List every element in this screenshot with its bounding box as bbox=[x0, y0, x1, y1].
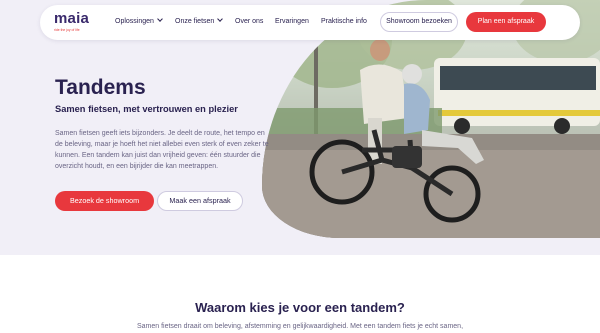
logo-wordmark: maia bbox=[54, 10, 89, 27]
page-title: Tandems bbox=[55, 76, 146, 99]
top-navigation: maia ride the joy of life Oplossingen On… bbox=[40, 5, 580, 40]
bezoek-showroom-button[interactable]: Bezoek de showroom bbox=[55, 191, 154, 211]
logo-tagline: ride the joy of life bbox=[54, 28, 80, 32]
section-title: Waarom kies je voor een tandem? bbox=[195, 300, 405, 315]
nav-link-ervaringen[interactable]: Ervaringen bbox=[275, 17, 309, 27]
nav-link-over-ons[interactable]: Over ons bbox=[235, 17, 263, 27]
maak-afspraak-button[interactable]: Maak een afspraak bbox=[157, 191, 243, 211]
nav-link-oplossingen[interactable]: Oplossingen bbox=[115, 16, 163, 27]
section-text: Samen fietsen draait om beleving, afstem… bbox=[136, 323, 464, 330]
nav-link-praktische-info[interactable]: Praktische info bbox=[321, 17, 367, 27]
hero-subtitle: Samen fietsen, met vertrouwen en plezier bbox=[55, 104, 238, 114]
hero-body-text: Samen fietsen geeft iets bijzonders. Je … bbox=[55, 130, 269, 171]
showroom-bezoeken-button[interactable]: Showroom bezoeken bbox=[380, 12, 458, 32]
maia-logo[interactable]: maia ride the joy of life bbox=[54, 11, 100, 35]
chevron-down-icon bbox=[157, 16, 163, 22]
chevron-down-icon bbox=[217, 16, 224, 22]
nav-link-onze-fietsen[interactable]: Onze fietsen bbox=[175, 16, 224, 27]
plan-afspraak-button[interactable]: Plan een afspraak bbox=[466, 12, 546, 32]
